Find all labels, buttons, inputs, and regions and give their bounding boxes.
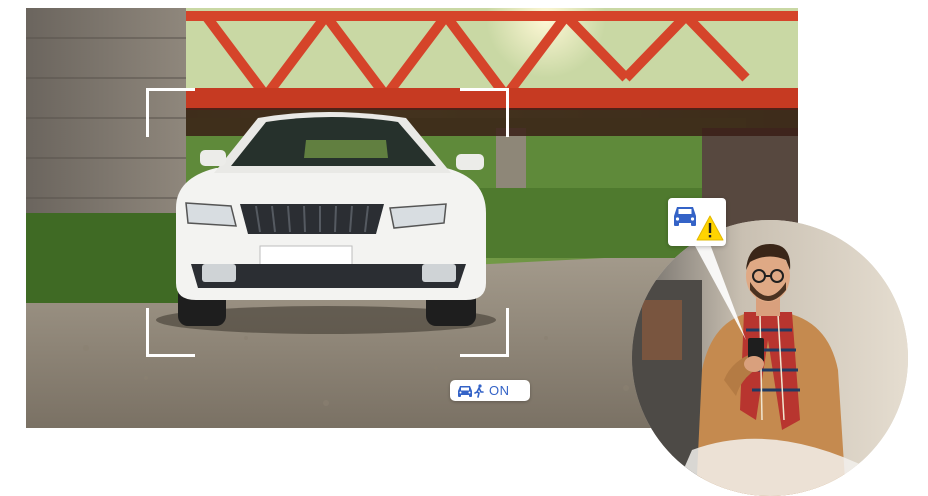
callout-pointer <box>694 244 746 340</box>
pedestrian-icon <box>474 383 484 398</box>
focus-bracket-top-right <box>460 88 509 137</box>
warning-icon <box>696 215 724 241</box>
detection-status-badge: ON <box>450 380 530 401</box>
collision-alert-callout <box>668 198 726 246</box>
badge-icons <box>456 383 484 398</box>
driver-alert-inset <box>632 220 908 496</box>
car-icon <box>674 207 696 226</box>
detection-status-label: ON <box>489 383 510 398</box>
alert-icons <box>674 207 724 241</box>
focus-bracket-bottom-left <box>146 308 195 357</box>
stage: ON <box>0 0 928 496</box>
focus-bracket-bottom-right <box>460 308 509 357</box>
focus-bracket-top-left <box>146 88 195 137</box>
car-icon <box>458 385 472 397</box>
pedestrian-illustration <box>632 220 908 496</box>
